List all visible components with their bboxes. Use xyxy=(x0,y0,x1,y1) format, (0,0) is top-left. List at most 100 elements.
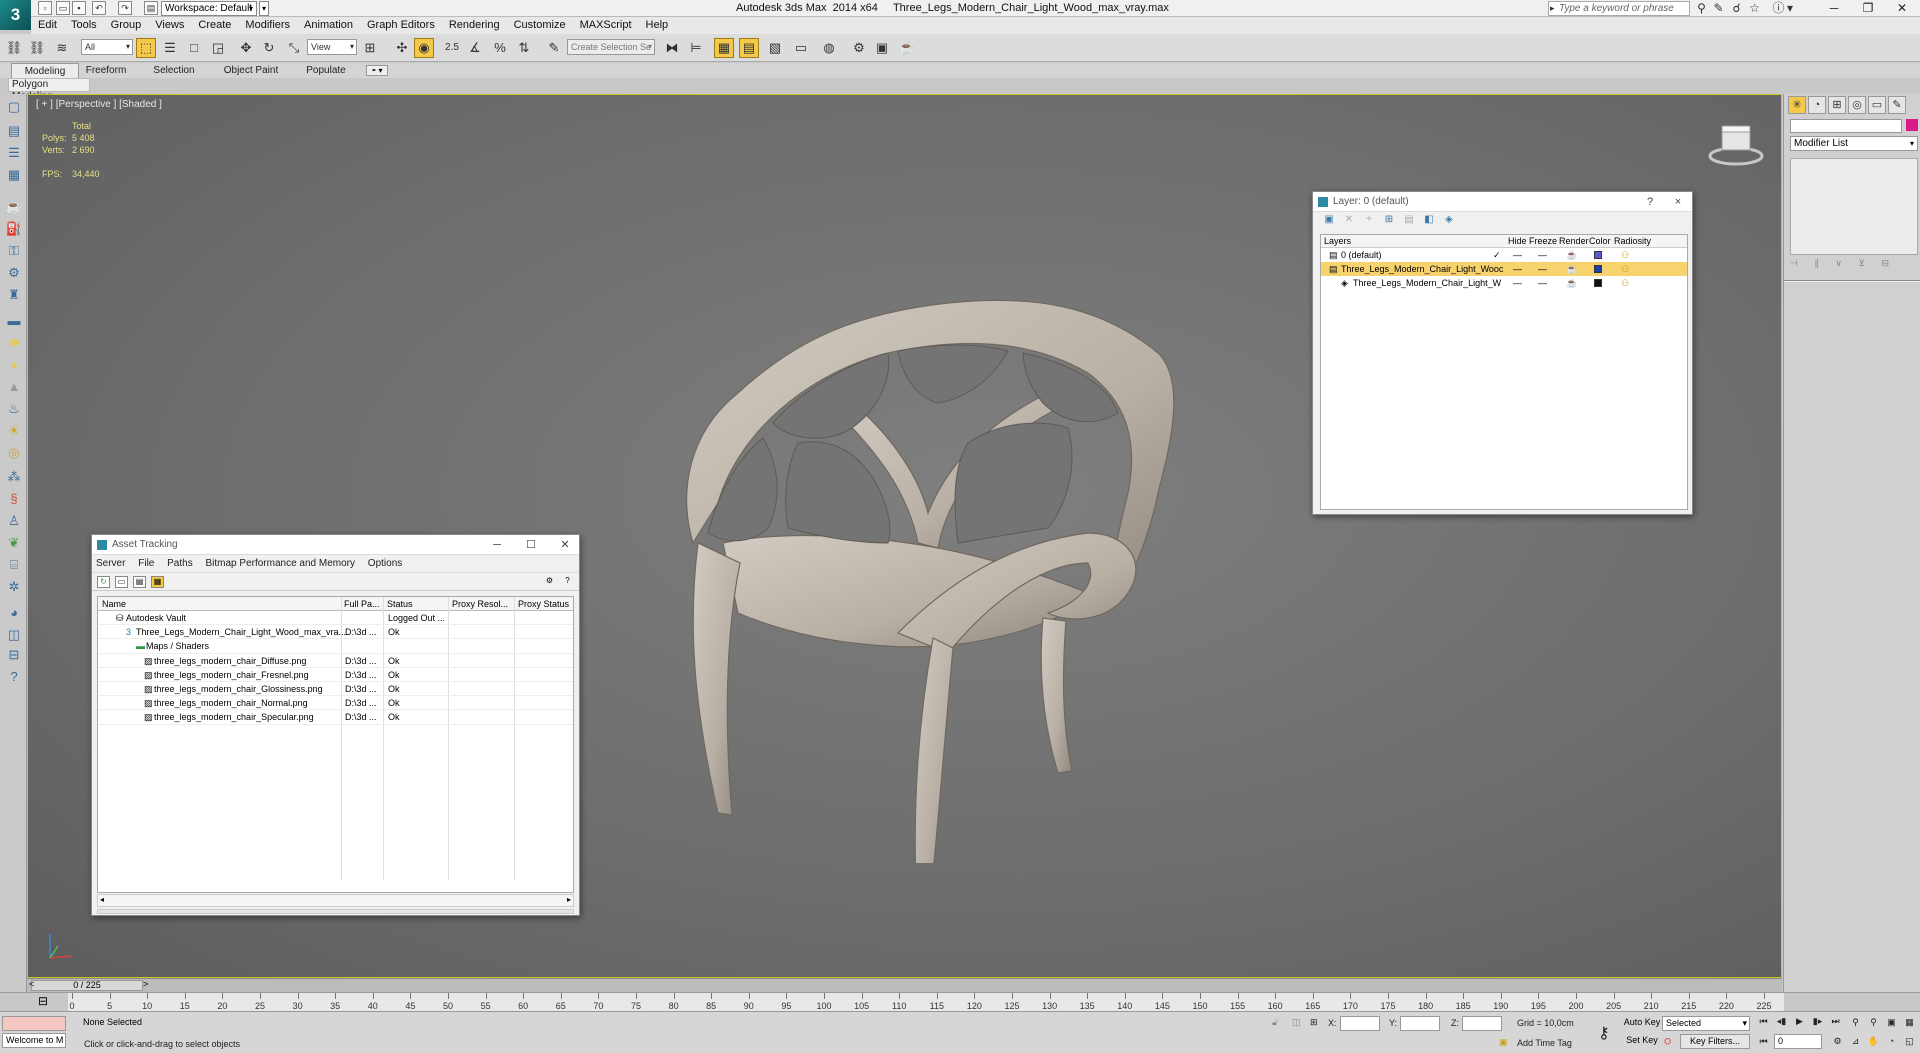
teapot-primitive-icon[interactable]: ♨ xyxy=(4,400,24,418)
y-coord-field[interactable] xyxy=(1400,1016,1440,1031)
hide-toggle[interactable]: — xyxy=(1513,248,1522,262)
figure-icon[interactable]: ♜ xyxy=(4,286,24,304)
binoculars-icon[interactable]: ⚲ xyxy=(1694,1,1709,15)
modifier-stack[interactable] xyxy=(1790,158,1918,255)
pump-icon[interactable]: ⛽ xyxy=(4,220,24,238)
help-dropdown-icon[interactable]: ▾ xyxy=(1786,1,1794,15)
key-mode-dropdown[interactable]: Selected ▾ xyxy=(1662,1016,1750,1031)
new-file-icon[interactable]: ▫ xyxy=(38,1,52,15)
asset-menu-options[interactable]: Options xyxy=(368,558,402,569)
menu-create[interactable]: Create xyxy=(191,17,238,34)
lock-selection-icon[interactable]: 🔓︎ xyxy=(1272,1017,1278,1028)
select-object-icon[interactable]: ⬚ xyxy=(136,38,156,58)
grid-table-icon[interactable]: ▦ xyxy=(4,166,24,184)
layer-row[interactable]: ▤ 0 (default) ✓ — — ☕ ⚇ xyxy=(1321,248,1687,262)
key-filter-icon[interactable]: ⛭ xyxy=(1664,1036,1671,1047)
render-teapot-icon[interactable]: ☕ xyxy=(1566,276,1577,290)
workspace-menu-button[interactable]: ▾ xyxy=(259,1,269,16)
isolate-icon[interactable]: ◫ xyxy=(1292,1017,1301,1028)
asset-minimize-button[interactable]: ─ xyxy=(483,535,511,555)
layer-row[interactable]: ◈ Three_Legs_Modern_Chair_Light_W — — ☕ ⚇ xyxy=(1321,276,1687,290)
goto-start-icon[interactable]: ⏮ xyxy=(1756,1014,1771,1029)
selection-filter-dropdown[interactable]: All ▾ xyxy=(81,39,133,55)
freeze-toggle[interactable]: — xyxy=(1538,262,1547,276)
box-primitive-icon[interactable]: ▬ xyxy=(4,312,24,330)
workspace-dropdown[interactable]: Workspace: Default ▾ xyxy=(161,1,257,16)
object-color-swatch[interactable] xyxy=(1906,119,1918,131)
render-sphere-icon[interactable]: ◕ xyxy=(4,604,24,622)
asset-row[interactable]: 3 Three_Legs_Modern_Chair_Light_Wood_max_… xyxy=(98,625,573,640)
unlink-icon[interactable]: ⛓ xyxy=(27,38,47,58)
tab-selection[interactable]: Selection xyxy=(143,63,205,78)
stairs-icon[interactable]: ⌸ xyxy=(4,556,24,574)
robot-icon[interactable]: ⚙ xyxy=(4,264,24,282)
col-layers[interactable]: Layers xyxy=(1324,236,1351,246)
col-freeze[interactable]: Freeze xyxy=(1529,236,1557,246)
time-tag-icon[interactable]: ▣ xyxy=(1499,1037,1508,1048)
keyboard-shortcut-override-icon[interactable]: ◉ xyxy=(414,38,434,58)
col-hide[interactable]: Hide xyxy=(1508,236,1527,246)
radiosity-icon[interactable]: ⚇ xyxy=(1621,276,1629,290)
asset-row[interactable]: ▬ Maps / Shaders xyxy=(98,639,573,654)
angle-snap-icon[interactable]: ∡ xyxy=(465,38,485,58)
hide-all-icon[interactable]: ◧ xyxy=(1423,214,1435,226)
project-folder-icon[interactable]: ▤ xyxy=(144,1,158,15)
keyword-search-input[interactable]: Type a keyword or phrase xyxy=(1548,1,1690,16)
particle-icon[interactable]: ⁂ xyxy=(4,468,24,486)
app-logo[interactable]: 3 xyxy=(0,0,31,30)
list-view-icon[interactable]: ▭ xyxy=(115,576,128,588)
absolute-mode-icon[interactable]: ⊞ xyxy=(1310,1017,1318,1028)
menu-customize[interactable]: Customize xyxy=(507,17,573,34)
window-crossing-icon[interactable]: ◲ xyxy=(208,38,228,58)
spinner-snap-icon[interactable]: ⇅ xyxy=(514,38,534,58)
z-coord-field[interactable] xyxy=(1462,1016,1502,1031)
asset-row[interactable]: ▨ three_legs_modern_chair_Diffuse.png D:\3… xyxy=(98,654,573,668)
edit-named-selection-icon[interactable]: ✎ xyxy=(544,38,564,58)
refresh-icon[interactable]: ↻ xyxy=(97,576,110,588)
exposure-icon[interactable]: ⊟ xyxy=(4,646,24,664)
menu-maxscript[interactable]: MAXScript xyxy=(573,17,639,34)
col-status[interactable]: Status xyxy=(387,599,413,609)
menu-rendering[interactable]: Rendering xyxy=(442,17,507,34)
table-view-icon[interactable]: ▤ xyxy=(133,576,146,588)
communication-center-icon[interactable]: ☌ xyxy=(1729,1,1744,15)
vault-connect-icon[interactable]: ⚙ xyxy=(543,576,556,588)
field-of-view-icon[interactable]: ⊿ xyxy=(1848,1034,1863,1049)
mirror-icon[interactable]: ⧓ xyxy=(662,38,682,58)
hide-toggle[interactable]: — xyxy=(1513,276,1522,290)
layer-name[interactable]: Three_Legs_Modern_Chair_Light_Wooc xyxy=(1341,262,1503,276)
tab-populate[interactable]: Populate xyxy=(300,63,352,78)
cone-primitive-icon[interactable]: ▲ xyxy=(4,378,24,396)
curve-editor-mini-icon[interactable]: ⊟ xyxy=(38,994,48,1008)
zoom-extents-icon[interactable]: ▣ xyxy=(1884,1015,1899,1030)
layer-color-swatch[interactable] xyxy=(1594,265,1602,273)
scatter-icon[interactable]: ✲ xyxy=(4,578,24,596)
layer-color-swatch[interactable] xyxy=(1594,279,1602,287)
auto-key-button[interactable]: Auto Key xyxy=(1623,1016,1661,1031)
open-file-icon[interactable]: ▭ xyxy=(56,1,70,15)
utilities-tab-icon[interactable]: ✎ xyxy=(1888,96,1906,114)
tab-modeling[interactable]: Modeling xyxy=(11,63,79,78)
trackbar[interactable]: ⊟ 0 5 10 15 20 25 30 35 40 45 50 55 60 65 70 75 80 85 90 95… xyxy=(0,992,1920,1011)
reference-coordinate-dropdown[interactable]: View ▾ xyxy=(307,39,357,55)
asset-menu-server[interactable]: Server xyxy=(96,558,125,569)
percent-snap-icon[interactable]: % xyxy=(490,38,510,58)
container-icon[interactable]: ▢ xyxy=(4,98,24,116)
key-mode-toggle-icon[interactable]: ⏮ xyxy=(1756,1034,1771,1049)
motion-tab-icon[interactable]: ◎ xyxy=(1848,96,1866,114)
viewport-label[interactable]: [ + ] [Perspective ] [Shaded ] xyxy=(36,99,162,110)
rendered-frame-window-icon[interactable]: ▣ xyxy=(872,38,892,58)
spring-icon[interactable]: § xyxy=(4,490,24,508)
orbit-icon[interactable]: ◔ xyxy=(1884,1034,1899,1049)
layer-color-swatch[interactable] xyxy=(1594,251,1602,259)
maximize-viewport-icon[interactable]: ◱ xyxy=(1902,1034,1917,1049)
scroll-right-icon[interactable]: ▸ xyxy=(567,895,571,904)
set-key-key-icon[interactable]: ⚷ xyxy=(1598,1023,1610,1043)
select-and-rotate-icon[interactable]: ↻ xyxy=(259,38,279,58)
freeze-all-icon[interactable]: ◈ xyxy=(1443,214,1455,226)
align-icon[interactable]: ⊨ xyxy=(686,38,706,58)
asset-menu-paths[interactable]: Paths xyxy=(167,558,193,569)
col-name[interactable]: Name xyxy=(102,599,126,609)
col-color[interactable]: Color xyxy=(1589,236,1611,246)
undo-icon[interactable]: ↶ xyxy=(92,1,106,15)
